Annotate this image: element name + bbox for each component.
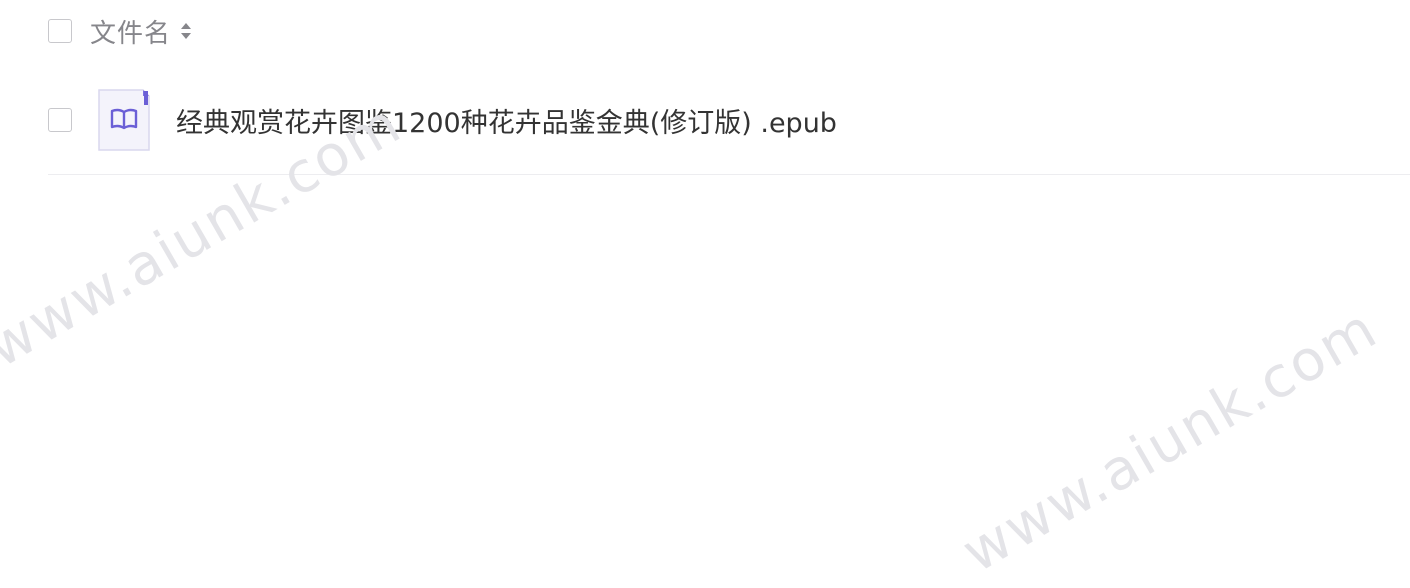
file-list-header: 文件名 <box>48 16 193 49</box>
file-name[interactable]: 经典观赏花卉图鉴1200种花卉品鉴金典(修订版) .epub <box>176 101 837 140</box>
epub-file-icon <box>98 89 150 151</box>
watermark: www.aiunk.com <box>951 295 1389 586</box>
file-row-checkbox[interactable] <box>48 108 72 132</box>
filename-column-header[interactable]: 文件名 <box>90 13 171 50</box>
select-all-checkbox[interactable] <box>48 19 72 43</box>
file-row[interactable]: 经典观赏花卉图鉴1200种花卉品鉴金典(修订版) .epub <box>48 88 1410 152</box>
book-icon <box>110 107 138 131</box>
sort-icon[interactable] <box>179 19 193 43</box>
row-divider <box>48 174 1410 175</box>
